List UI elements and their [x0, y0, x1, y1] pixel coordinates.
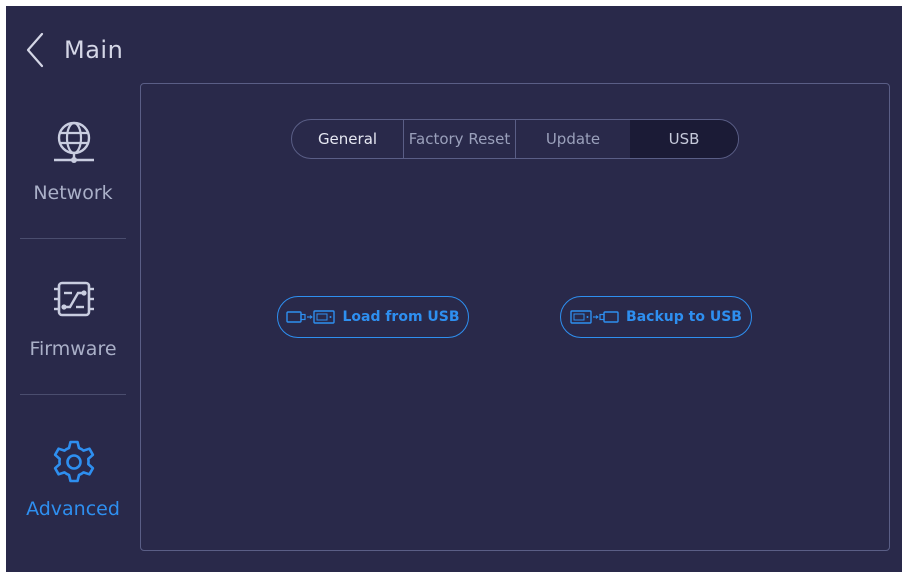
gear-icon	[53, 440, 95, 483]
backup-to-usb-label: Backup to USB	[626, 309, 742, 325]
sidebar-item-network[interactable]: Network	[6, 84, 140, 234]
content-panel: General Factory Reset Update USB Load fr…	[140, 83, 890, 551]
backup-to-usb-button[interactable]: Backup to USB	[560, 296, 752, 338]
device-to-usb-icon	[570, 310, 619, 324]
tab-usb[interactable]: USB	[630, 120, 738, 158]
sidebar-item-firmware[interactable]: Firmware	[6, 244, 140, 394]
sidebar-item-label: Network	[33, 182, 113, 204]
sidebar-divider	[20, 394, 126, 395]
back-button[interactable]: Main	[24, 30, 123, 70]
sidebar-item-label: Firmware	[29, 338, 117, 360]
globe-network-icon	[54, 121, 94, 163]
sidebar: Network Firmware Advanced	[6, 84, 140, 572]
tab-general[interactable]: General	[292, 120, 403, 158]
header-title: Main	[64, 36, 124, 64]
load-from-usb-label: Load from USB	[342, 309, 460, 325]
device-screen: Main Network Firmware Advanced General F…	[6, 6, 902, 572]
circuit-board-icon	[54, 281, 94, 317]
tab-bar: General Factory Reset Update USB	[291, 119, 739, 159]
chevron-left-icon	[26, 32, 44, 68]
tab-update[interactable]: Update	[516, 120, 630, 158]
tab-factory-reset[interactable]: Factory Reset	[403, 120, 516, 158]
sidebar-divider	[20, 238, 126, 239]
sidebar-item-label: Advanced	[26, 498, 120, 520]
load-from-usb-button[interactable]: Load from USB	[277, 296, 469, 338]
sidebar-item-advanced[interactable]: Advanced	[6, 400, 140, 550]
usb-to-device-icon	[286, 310, 336, 324]
